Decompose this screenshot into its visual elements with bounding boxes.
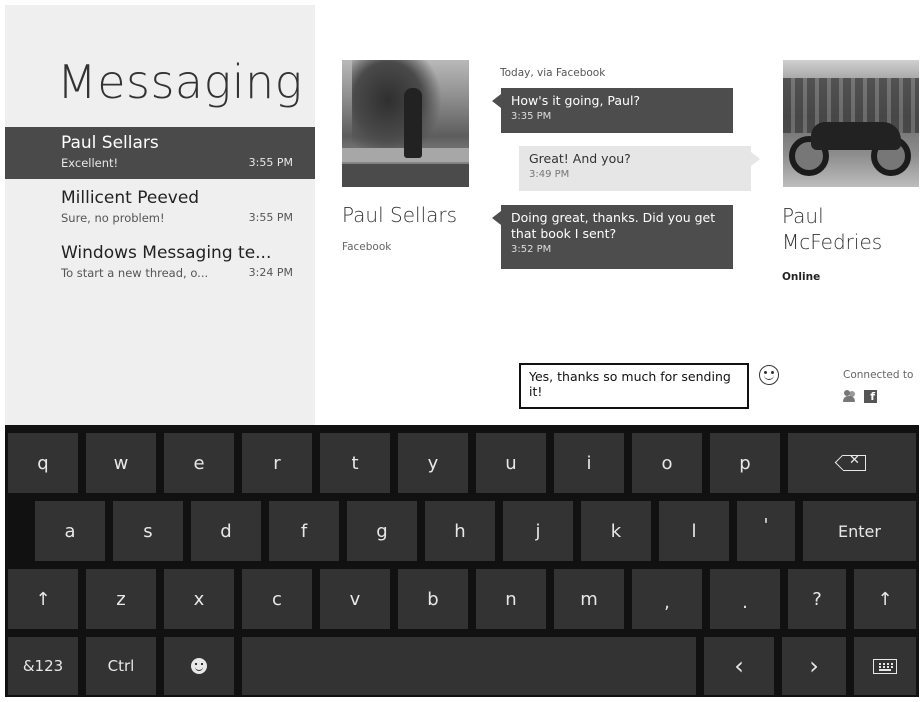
key-n[interactable]: n <box>476 569 546 629</box>
thread-time: 3:24 PM <box>248 266 293 279</box>
emoji-icon <box>191 658 207 674</box>
my-name-line1: Paul <box>782 204 824 228</box>
key-question-mark[interactable]: ? <box>788 569 846 629</box>
shift-right-key[interactable]: ↑ <box>854 569 916 629</box>
key-y[interactable]: y <box>398 433 468 493</box>
key-z[interactable]: z <box>86 569 156 629</box>
key-r[interactable]: r <box>242 433 312 493</box>
photo-person <box>404 88 422 158</box>
enter-key[interactable]: Enter <box>803 501 916 561</box>
my-photo[interactable] <box>783 60 919 187</box>
ctrl-key[interactable]: Ctrl <box>86 637 156 695</box>
key-s[interactable]: s <box>113 501 183 561</box>
thread-preview: Sure, no problem! <box>61 211 165 225</box>
thread-name: Millicent Peeved <box>61 188 200 208</box>
symbols-key[interactable]: &123 <box>8 637 78 695</box>
message-time: 3:49 PM <box>529 169 570 180</box>
message-bubble-incoming: How's it going, Paul? 3:35 PM <box>492 88 733 133</box>
shift-left-key[interactable]: ↑ <box>8 569 78 629</box>
key-i[interactable]: i <box>554 433 624 493</box>
key-k[interactable]: k <box>581 501 651 561</box>
touch-keyboard: q w e r t y u i o p ✕ a s d f g h j k l … <box>5 425 919 697</box>
people-icon[interactable] <box>843 390 856 403</box>
backspace-glyph: ✕ <box>849 453 860 468</box>
thread-item-millicent-peeved[interactable]: Millicent Peeved Sure, no problem! 3:55 … <box>5 182 315 234</box>
keyboard-icon <box>873 658 897 674</box>
key-comma[interactable]: , <box>632 569 702 629</box>
emoji-key[interactable] <box>164 637 234 695</box>
key-l[interactable]: l <box>659 501 729 561</box>
message-text: How's it going, Paul? <box>511 93 641 108</box>
contact-photo[interactable] <box>342 60 469 187</box>
keyboard-switch-key[interactable] <box>854 637 916 695</box>
key-o[interactable]: o <box>632 433 702 493</box>
key-e[interactable]: e <box>164 433 234 493</box>
arrow-left-key[interactable]: ‹ <box>704 637 774 695</box>
photo-ground <box>342 164 469 187</box>
message-time: 3:35 PM <box>511 111 552 122</box>
key-w[interactable]: w <box>86 433 156 493</box>
key-apostrophe[interactable]: ' <box>737 501 795 561</box>
thread-preview: Excellent! <box>61 156 119 170</box>
key-m[interactable]: m <box>554 569 624 629</box>
facebook-icon[interactable]: f <box>864 390 877 403</box>
key-b[interactable]: b <box>398 569 468 629</box>
key-a[interactable]: a <box>35 501 105 561</box>
key-d[interactable]: d <box>191 501 261 561</box>
backspace-icon: ✕ <box>837 453 867 471</box>
message-input[interactable] <box>519 363 749 409</box>
key-x[interactable]: x <box>164 569 234 629</box>
key-g[interactable]: g <box>347 501 417 561</box>
message-bubble-outgoing: Great! And you? 3:49 PM <box>519 146 760 191</box>
contact-network: Facebook <box>342 241 392 253</box>
thread-time: 3:55 PM <box>248 156 293 169</box>
thread-list-panel: Messaging Paul Sellars Excellent! 3:55 P… <box>5 5 315 425</box>
backspace-key[interactable]: ✕ <box>788 433 916 493</box>
my-status[interactable]: Online <box>782 271 820 283</box>
message-bubble-incoming: Doing great, thanks. Did you get that bo… <box>492 205 733 269</box>
thread-item-paul-sellars[interactable]: Paul Sellars Excellent! 3:55 PM <box>5 127 315 179</box>
message-text: Doing great, thanks. Did you get that bo… <box>511 210 716 241</box>
photo-tree <box>352 60 442 160</box>
key-f[interactable]: f <box>269 501 339 561</box>
thread-name: Paul Sellars <box>61 133 159 153</box>
photo-motorcycle <box>811 122 901 150</box>
emoji-icon[interactable] <box>759 365 779 385</box>
message-text: Great! And you? <box>529 151 631 166</box>
thread-name: Windows Messaging te... <box>61 243 272 263</box>
page-title: Messaging <box>57 55 303 109</box>
thread-time: 3:55 PM <box>248 211 293 224</box>
space-key[interactable] <box>242 637 696 695</box>
message-time: 3:52 PM <box>511 244 552 255</box>
key-u[interactable]: u <box>476 433 546 493</box>
thread-preview: To start a new thread, o... <box>61 266 209 280</box>
key-t[interactable]: t <box>320 433 390 493</box>
app-window: Messaging Paul Sellars Excellent! 3:55 P… <box>5 5 919 697</box>
contact-name[interactable]: Paul Sellars <box>342 203 457 227</box>
key-period[interactable]: . <box>710 569 780 629</box>
key-h[interactable]: h <box>425 501 495 561</box>
key-p[interactable]: p <box>710 433 780 493</box>
key-j[interactable]: j <box>503 501 573 561</box>
key-q[interactable]: q <box>8 433 78 493</box>
connected-to-label: Connected to <box>843 369 914 381</box>
thread-item-windows-messaging[interactable]: Windows Messaging te... To start a new t… <box>5 237 315 289</box>
key-v[interactable]: v <box>320 569 390 629</box>
conversation-header: Today, via Facebook <box>500 67 606 79</box>
my-name[interactable]: Paul McFedries <box>782 203 882 255</box>
my-name-line2: McFedries <box>782 230 883 254</box>
arrow-right-key[interactable]: › <box>782 637 846 695</box>
key-c[interactable]: c <box>242 569 312 629</box>
